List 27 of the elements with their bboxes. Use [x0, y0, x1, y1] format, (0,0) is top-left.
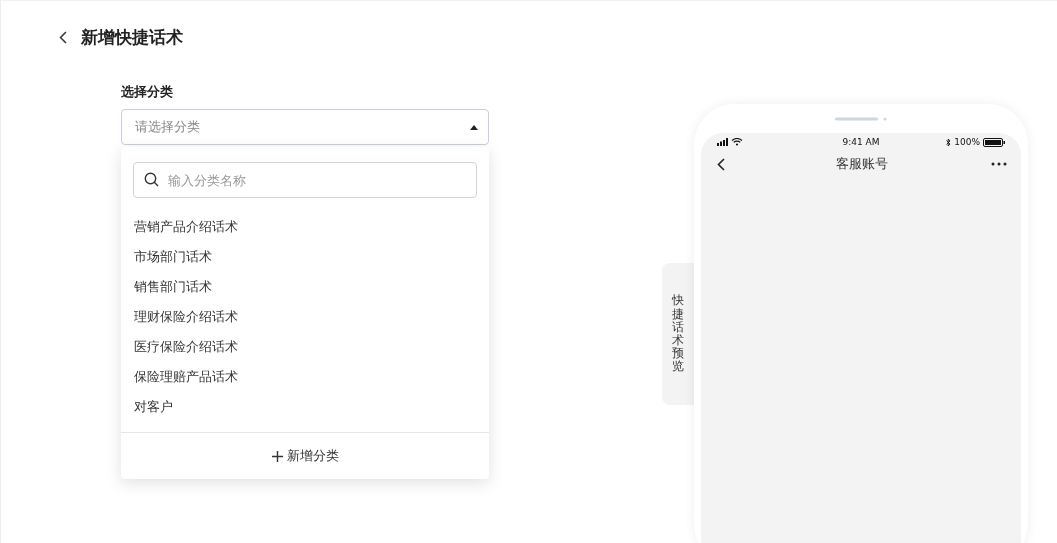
back-button[interactable] [59, 30, 67, 44]
back-icon [59, 30, 67, 44]
field-label: 选择分类 [121, 83, 174, 101]
category-option[interactable]: 销售部门话术 [121, 272, 489, 302]
category-option[interactable]: 理财保险介绍话术 [121, 302, 489, 332]
caret-icon [470, 124, 478, 130]
signal-wifi-icon [717, 138, 745, 146]
battery-percent: 100% [954, 137, 980, 147]
category-option[interactable]: 医疗保险介绍话术 [121, 332, 489, 362]
battery-icon [983, 137, 1005, 147]
category-option[interactable]: 营销产品介绍话术 [121, 212, 489, 242]
search-field[interactable]: 输入分类名称 [133, 162, 477, 198]
category-option[interactable]: 对客户 [121, 392, 489, 422]
back-icon[interactable] [717, 157, 725, 171]
add-category-button[interactable]: 新增分类 [265, 433, 345, 479]
category-option[interactable]: 保险理赔产品话术 [121, 362, 489, 392]
preview-tab[interactable]: 快捷话术预览 [662, 263, 694, 405]
plus-icon [271, 450, 283, 462]
page-title: 新增快捷话术 [81, 25, 183, 49]
category-select[interactable]: 请选择分类 [121, 109, 489, 145]
status-time: 9:41 AM [842, 137, 880, 147]
chat-title: 客服账号 [836, 155, 888, 173]
more-icon[interactable] [991, 162, 1007, 166]
speaker-icon [835, 117, 887, 121]
category-option[interactable]: 市场部门话术 [121, 242, 489, 272]
search-icon [144, 172, 159, 187]
bluetooth-icon [946, 137, 952, 147]
